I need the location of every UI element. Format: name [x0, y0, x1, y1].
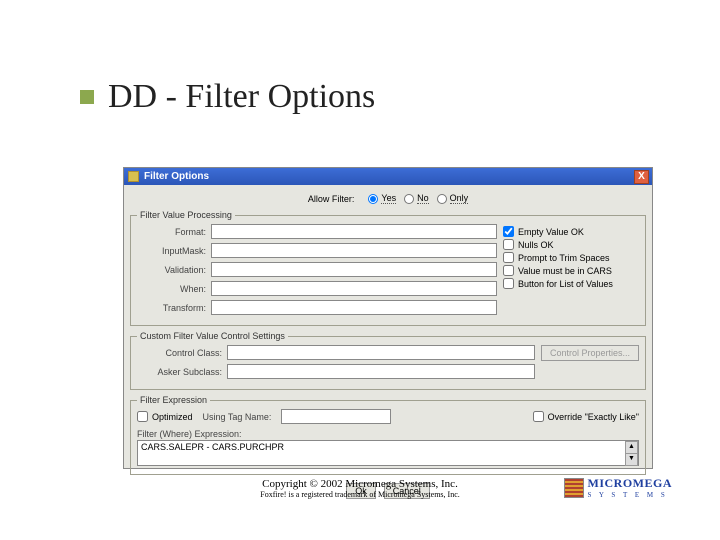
- radio-no[interactable]: No: [404, 193, 429, 204]
- check-nulls-input[interactable]: [503, 239, 514, 250]
- when-label: When:: [137, 284, 211, 294]
- inputmask-label: InputMask:: [137, 246, 211, 256]
- check-lov-input[interactable]: [503, 278, 514, 289]
- check-cars-input[interactable]: [503, 265, 514, 276]
- check-optimized[interactable]: Optimized: [137, 411, 193, 422]
- check-optimized-label: Optimized: [152, 412, 193, 422]
- validation-input[interactable]: [211, 262, 497, 277]
- title-bullet: [80, 90, 94, 104]
- check-empty-label: Empty Value OK: [518, 227, 584, 237]
- logo-icon: [564, 478, 584, 498]
- radio-only[interactable]: Only: [437, 193, 469, 204]
- check-button-lov[interactable]: Button for List of Values: [503, 278, 639, 289]
- allow-filter-label: Allow Filter:: [308, 194, 355, 204]
- radio-only-input[interactable]: [437, 194, 447, 204]
- page-title: DD - Filter Options: [108, 78, 375, 116]
- where-expression-input[interactable]: [137, 440, 639, 466]
- format-label: Format:: [137, 227, 211, 237]
- radio-yes[interactable]: Yes: [368, 193, 396, 204]
- allow-filter-row: Allow Filter: Yes No Only: [130, 189, 646, 210]
- using-tag-label: Using Tag Name:: [203, 412, 272, 422]
- inputmask-input[interactable]: [211, 243, 497, 258]
- check-override-input[interactable]: [533, 411, 544, 422]
- scroll-down-icon[interactable]: ▼: [625, 453, 638, 466]
- asker-subclass-label: Asker Subclass:: [137, 367, 227, 377]
- check-trim-input[interactable]: [503, 252, 514, 263]
- check-optimized-input[interactable]: [137, 411, 148, 422]
- check-override-label: Override "Exactly Like": [548, 412, 639, 422]
- close-button[interactable]: X: [634, 170, 649, 184]
- radio-yes-input[interactable]: [368, 194, 378, 204]
- radio-no-label: No: [417, 193, 429, 204]
- check-cars[interactable]: Value must be in CARS: [503, 265, 639, 276]
- logo-main-text: MICROMEGA: [588, 476, 673, 491]
- trademark-text: Foxfire! is a registered trademark of Mi…: [260, 490, 460, 499]
- cfvc-legend: Custom Filter Value Control Settings: [137, 331, 288, 341]
- control-class-label: Control Class:: [137, 348, 227, 358]
- check-cars-label: Value must be in CARS: [518, 266, 612, 276]
- filter-value-processing-group: Filter Value Processing Format: InputMas…: [130, 210, 646, 326]
- fvp-legend: Filter Value Processing: [137, 210, 235, 220]
- check-nulls[interactable]: Nulls OK: [503, 239, 639, 250]
- check-override[interactable]: Override "Exactly Like": [533, 411, 639, 422]
- transform-label: Transform:: [137, 303, 211, 313]
- logo: MICROMEGA S Y S T E M S: [564, 476, 673, 499]
- logo-sub-text: S Y S T E M S: [588, 491, 673, 499]
- check-empty-input[interactable]: [503, 226, 514, 237]
- using-tag-input[interactable]: [281, 409, 391, 424]
- radio-no-input[interactable]: [404, 194, 414, 204]
- asker-subclass-input[interactable]: [227, 364, 535, 379]
- filter-expression-group: Filter Expression Optimized Using Tag Na…: [130, 395, 646, 475]
- check-trim[interactable]: Prompt to Trim Spaces: [503, 252, 639, 263]
- fx-legend: Filter Expression: [137, 395, 210, 405]
- check-empty-value[interactable]: Empty Value OK: [503, 226, 639, 237]
- radio-only-label: Only: [450, 193, 469, 204]
- filter-options-dialog: Filter Options X Allow Filter: Yes No On…: [123, 167, 653, 469]
- check-lov-label: Button for List of Values: [518, 279, 613, 289]
- check-trim-label: Prompt to Trim Spaces: [518, 253, 610, 263]
- control-properties-button[interactable]: Control Properties...: [541, 345, 639, 361]
- validation-label: Validation:: [137, 265, 211, 275]
- app-icon: [128, 171, 139, 182]
- format-input[interactable]: [211, 224, 497, 239]
- copyright-text: Copyright © 2002 Micromega Systems, Inc.: [260, 478, 460, 490]
- radio-yes-label: Yes: [381, 193, 396, 204]
- control-class-input[interactable]: [227, 345, 535, 360]
- when-input[interactable]: [211, 281, 497, 296]
- titlebar: Filter Options X: [124, 168, 652, 185]
- dialog-title: Filter Options: [144, 171, 634, 182]
- transform-input[interactable]: [211, 300, 497, 315]
- where-label: Filter (Where) Expression:: [137, 429, 639, 439]
- check-nulls-label: Nulls OK: [518, 240, 554, 250]
- custom-filter-control-group: Custom Filter Value Control Settings Con…: [130, 331, 646, 390]
